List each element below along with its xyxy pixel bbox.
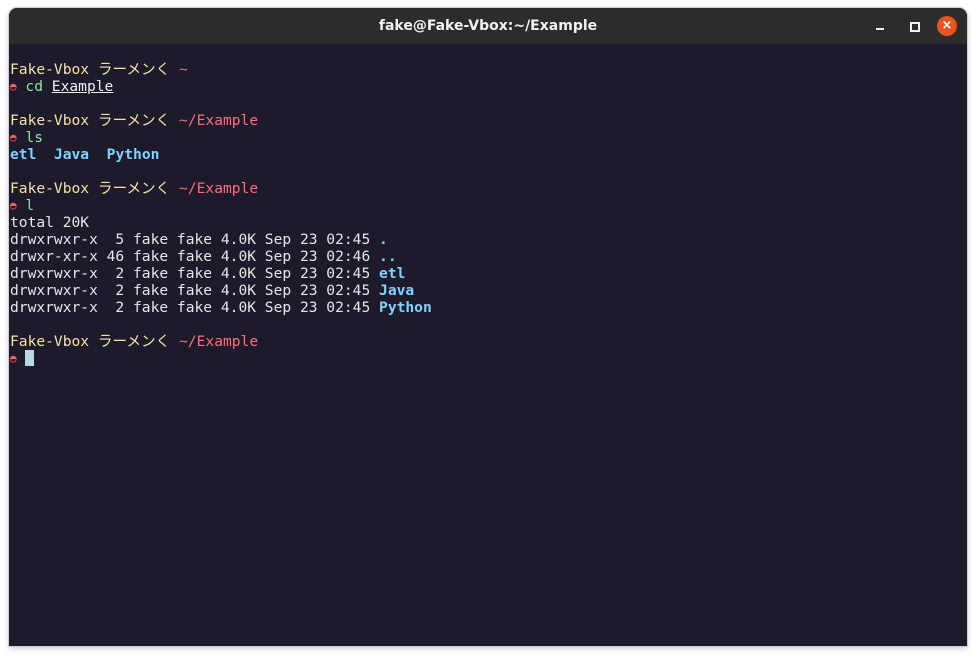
prompt-host: Fake-Vbox ラーメンく: [10, 112, 171, 129]
listing-name: .: [379, 231, 388, 248]
listing-row: drwxr-xr-x 46 fake fake 4.0K Sep 23 02:4…: [10, 248, 967, 265]
prompt-path: ~/Example: [179, 180, 259, 197]
prompt-host: Fake-Vbox ラーメンく: [10, 180, 171, 197]
listing-name: etl: [379, 265, 406, 282]
directory-entry: Python: [106, 146, 160, 163]
listing-row: drwxrwxr-x 5 fake fake 4.0K Sep 23 02:45…: [10, 231, 967, 248]
listing-row: drwxrwxr-x 2 fake fake 4.0K Sep 23 02:45…: [10, 282, 967, 299]
prompt-path: ~/Example: [179, 333, 259, 350]
command-line: ◓ ls: [10, 129, 967, 146]
command-line: ◓ l: [10, 197, 967, 214]
command-argument: Example: [51, 78, 114, 95]
directory-entry: etl: [10, 146, 37, 163]
prompt-symbol-icon: ◓: [10, 131, 17, 144]
prompt-symbol-icon: ◓: [10, 352, 17, 365]
listing-row: drwxrwxr-x 2 fake fake 4.0K Sep 23 02:45…: [10, 265, 967, 282]
prompt-symbol-icon: ◓: [10, 199, 17, 212]
command-text: ls: [25, 129, 43, 146]
prompt-line: Fake-Vbox ラーメンく ~/Example: [10, 112, 967, 129]
listing-meta: drwxrwxr-x 5 fake fake 4.0K Sep 23 02:45: [10, 231, 380, 248]
listing-meta: drwxr-xr-x 46 fake fake 4.0K Sep 23 02:4…: [10, 248, 380, 265]
prompt-host: Fake-Vbox ラーメンく: [10, 333, 171, 350]
close-button[interactable]: ×: [937, 16, 957, 36]
listing-meta: drwxrwxr-x 2 fake fake 4.0K Sep 23 02:45: [10, 282, 380, 299]
window-title: fake@Fake-Vbox:~/Example: [378, 18, 598, 34]
directory-entry: Java: [53, 146, 90, 163]
prompt-path: ~: [179, 61, 188, 78]
prompt-line: Fake-Vbox ラーメンく ~/Example: [10, 333, 967, 350]
prompt-symbol-icon: ◓: [10, 80, 17, 93]
terminal-window: fake@Fake-Vbox:~/Example × Fake-Vbox ラーメ…: [9, 8, 967, 646]
listing-total: total 20K: [10, 214, 90, 231]
listing-name: Java: [379, 282, 415, 299]
prompt-path: ~/Example: [179, 112, 259, 129]
listing-name: ..: [379, 248, 397, 265]
maximize-icon: [910, 22, 920, 32]
command-line[interactable]: ◓: [10, 350, 967, 367]
minimize-icon: [876, 28, 884, 30]
terminal-output[interactable]: Fake-Vbox ラーメンく ~ ◓ cd Example Fake-Vbox…: [10, 61, 967, 646]
command-text: l: [25, 197, 35, 214]
prompt-line: Fake-Vbox ラーメンく ~: [10, 61, 967, 78]
prompt-line: Fake-Vbox ラーメンく ~/Example: [10, 180, 967, 197]
listing-row: drwxrwxr-x 2 fake fake 4.0K Sep 23 02:45…: [10, 299, 967, 316]
listing-meta: drwxrwxr-x 2 fake fake 4.0K Sep 23 02:45: [10, 265, 380, 282]
command-line: ◓ cd Example: [10, 78, 967, 95]
listing-name: Python: [379, 299, 432, 316]
minimize-button[interactable]: [871, 17, 889, 35]
text-cursor[interactable]: [25, 350, 35, 366]
listing-meta: drwxrwxr-x 2 fake fake 4.0K Sep 23 02:45: [10, 299, 380, 316]
close-icon: ×: [941, 18, 953, 33]
prompt-host: Fake-Vbox ラーメンく: [10, 61, 171, 78]
title-bar[interactable]: fake@Fake-Vbox:~/Example ×: [9, 8, 967, 44]
maximize-button[interactable]: [905, 17, 923, 35]
ls-output-line: etl Java Python: [10, 146, 967, 163]
command-text: cd: [25, 78, 43, 95]
